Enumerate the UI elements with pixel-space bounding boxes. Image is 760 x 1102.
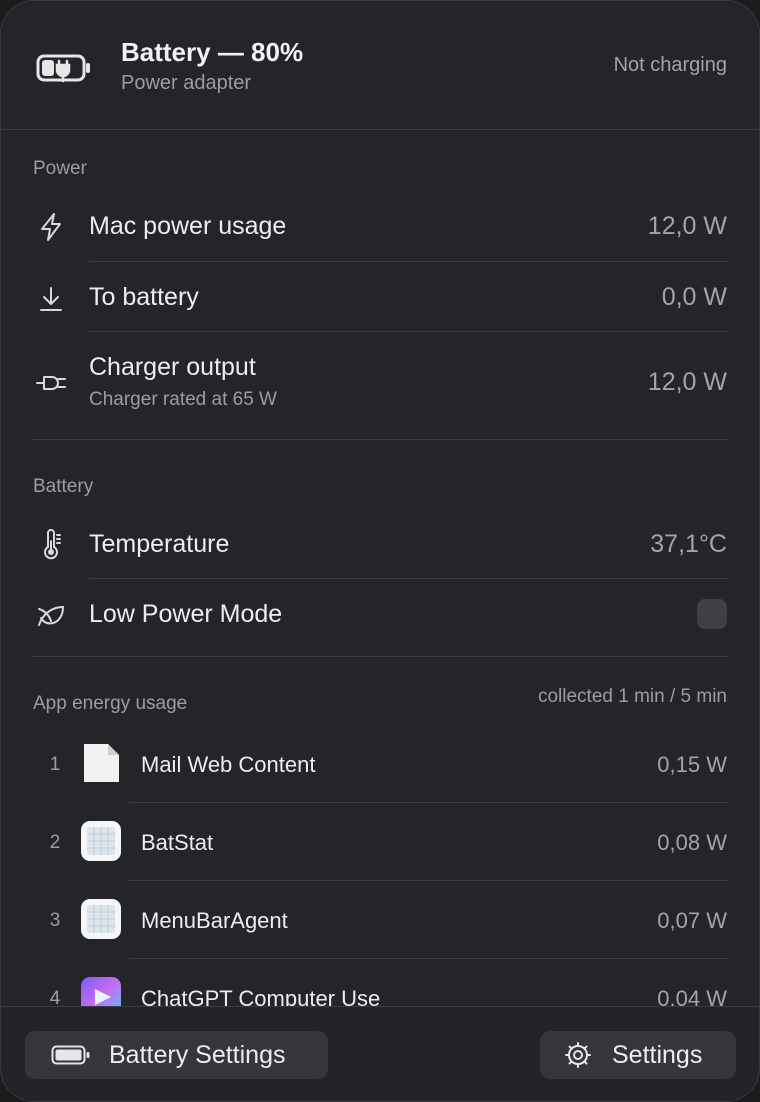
document-icon: [84, 744, 119, 782]
battery-icon: [51, 1045, 90, 1065]
app-name: MenuBarAgent: [141, 908, 288, 933]
app-energy-value: 0,15 W: [657, 752, 727, 777]
footer: Battery Settings Settings: [1, 1006, 759, 1101]
app-rank: 4: [49, 988, 61, 1006]
arrow-down-to-line-icon: [40, 287, 62, 311]
battery-popover: Battery — 80% Power adapter Not charging…: [0, 0, 760, 1102]
to-battery-value: 0,0 W: [661, 283, 727, 311]
chatgpt-app-icon: [81, 977, 121, 1006]
temperature-label: Temperature: [89, 530, 230, 558]
mac-power-usage-value: 12,0 W: [647, 212, 727, 240]
section-label-battery: Battery: [33, 476, 94, 497]
section-divider: [33, 439, 729, 440]
divider: [89, 261, 729, 262]
divider: [129, 802, 729, 803]
header: Battery — 80% Power adapter Not charging: [1, 1, 759, 130]
app-grid-icon: [81, 899, 121, 939]
app-rank: 3: [49, 910, 61, 931]
app-name: Mail Web Content: [141, 752, 316, 777]
app-energy-value: 0,04 W: [657, 986, 727, 1006]
app-grid-icon: [81, 821, 121, 861]
section-label-app-energy: App energy usage: [33, 693, 188, 714]
section-label-power: Power: [33, 158, 87, 179]
app-energy-value: 0,07 W: [657, 908, 727, 933]
power-source: Power adapter: [121, 72, 252, 94]
leaf-icon: [38, 605, 65, 626]
app-name: BatStat: [141, 830, 214, 855]
section-divider: [33, 656, 729, 657]
app-name: ChatGPT Computer Use: [141, 986, 381, 1006]
divider: [129, 958, 729, 959]
divider: [89, 578, 729, 579]
battery-settings-label: Battery Settings: [109, 1041, 286, 1069]
battery-settings-button[interactable]: Battery Settings: [25, 1031, 328, 1079]
collected-interval: collected 1 min / 5 min: [537, 686, 727, 707]
settings-button[interactable]: Settings: [540, 1031, 736, 1079]
charger-rated-label: Charger rated at 65 W: [89, 389, 277, 410]
app-rank: 2: [49, 832, 61, 853]
divider: [89, 331, 729, 332]
battery-title: Battery — 80%: [121, 37, 304, 67]
temperature-value: 37,1°C: [650, 530, 727, 558]
charging-status: Not charging: [613, 54, 727, 76]
charger-output-label: Charger output: [89, 353, 256, 381]
bolt-icon: [41, 213, 61, 241]
app-list[interactable]: 1 Mail Web Content 0,15 W 2 BatStat 0,08…: [1, 721, 759, 1006]
low-power-mode-checkbox[interactable]: [697, 599, 727, 629]
charger-output-value: 12,0 W: [647, 368, 727, 396]
low-power-mode-label: Low Power Mode: [89, 600, 283, 628]
gear-icon: [565, 1042, 591, 1068]
plug-icon: [36, 376, 66, 390]
app-energy-value: 0,08 W: [657, 830, 727, 855]
app-rank: 1: [49, 754, 61, 775]
mac-power-usage-label: Mac power usage: [89, 212, 287, 240]
to-battery-label: To battery: [89, 283, 199, 311]
settings-label: Settings: [612, 1041, 703, 1069]
thermometer-icon: [44, 529, 61, 560]
battery-charging-icon: [36, 54, 90, 83]
divider: [129, 880, 729, 881]
